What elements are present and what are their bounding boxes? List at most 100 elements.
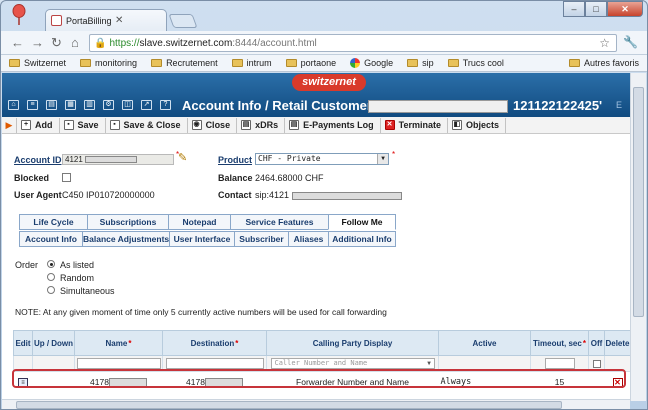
- accounts-nav-icon[interactable]: ▤: [46, 100, 57, 110]
- vertical-scrollbar[interactable]: [630, 73, 646, 401]
- table-header-row: Edit Up / Down Name* Destination* Callin…: [13, 330, 630, 356]
- epayments-icon: ▤: [289, 120, 300, 130]
- blocked-label: Blocked: [14, 173, 50, 183]
- blocked-checkbox[interactable]: [62, 173, 71, 182]
- epayments-log-button[interactable]: ▤ E-Payments Log: [284, 117, 380, 133]
- scrollbar-thumb[interactable]: [16, 401, 562, 409]
- bookmark-recrutement[interactable]: Recrutement: [151, 58, 218, 68]
- tab-account-info[interactable]: Account Info: [19, 231, 82, 247]
- redacted-customer-name: [368, 100, 508, 113]
- tab-aliases[interactable]: Aliases: [288, 231, 328, 247]
- account-id-label[interactable]: Account ID: [14, 155, 62, 165]
- page-content: switzernet ⌂ ≡ ▤ ▦ ▥ ⚙ ◫ ↗ ? Account Inf…: [2, 73, 630, 401]
- back-arrow-icon[interactable]: ←: [11, 35, 24, 50]
- tab-favicon-icon: [51, 15, 62, 26]
- redacted-value: [291, 191, 402, 200]
- switzernet-logo: switzernet: [292, 74, 366, 91]
- folder-icon: [285, 59, 297, 67]
- col-off: Off: [588, 330, 605, 356]
- minimize-button[interactable]: –: [563, 1, 585, 17]
- maximize-button[interactable]: □: [585, 1, 607, 17]
- folder-icon: [80, 59, 92, 67]
- contact-label: Contact: [218, 190, 252, 200]
- balance-value: 2464.68000 CHF: [255, 173, 324, 183]
- reports-nav-icon[interactable]: ▦: [65, 100, 76, 110]
- col-active: Active: [438, 330, 531, 356]
- home-icon[interactable]: ⌂: [71, 35, 79, 50]
- bookmarks-bar: Switzernet monitoring Recrutement intrum…: [1, 55, 647, 72]
- wrench-menu-icon[interactable]: 🔧: [623, 35, 638, 49]
- edit-pencil-icon[interactable]: ✎: [178, 151, 187, 164]
- tab-life-cycle[interactable]: Life Cycle: [19, 214, 87, 230]
- tariffs-nav-icon[interactable]: ▥: [84, 100, 95, 110]
- bookmark-monitoring[interactable]: monitoring: [80, 58, 137, 68]
- plus-icon: +: [21, 120, 31, 130]
- tab-service-features[interactable]: Service Features: [230, 214, 328, 230]
- reload-icon[interactable]: ↻: [51, 35, 62, 51]
- tab-notepad[interactable]: Notepad: [168, 214, 230, 230]
- bookmark-sip[interactable]: sip: [407, 58, 434, 68]
- tab-follow-me[interactable]: Follow Me: [328, 214, 396, 230]
- new-timeout-input[interactable]: [544, 358, 575, 369]
- new-name-input[interactable]: [76, 358, 161, 369]
- new-calling-party-select[interactable]: Caller Number and Name ▼: [270, 358, 435, 369]
- stats-nav-icon[interactable]: ↗: [141, 100, 152, 110]
- admin-nav-icon[interactable]: ⚙: [103, 100, 114, 110]
- save-button[interactable]: ▪ Save: [58, 117, 105, 133]
- new-destination-input[interactable]: [165, 358, 264, 369]
- objects-button[interactable]: ◧ Objects: [446, 117, 506, 133]
- page-title: Account Info / Retail Customer ': [182, 98, 379, 113]
- new-off-checkbox[interactable]: [592, 359, 601, 368]
- forward-arrow-icon[interactable]: →: [31, 35, 44, 50]
- url-path: :8444/account.html: [232, 37, 317, 49]
- chevron-down-icon: ▼: [377, 154, 388, 164]
- product-select[interactable]: CHF - Private ▼: [255, 153, 389, 165]
- folder-icon: [447, 59, 459, 67]
- add-button[interactable]: + Add: [16, 117, 59, 133]
- order-as-listed-radio[interactable]: [47, 260, 55, 268]
- bookmark-trucs-cool[interactable]: Trucs cool: [447, 58, 504, 68]
- new-tab-button[interactable]: [168, 14, 198, 28]
- url-scheme: https://: [109, 37, 140, 49]
- order-label: Order: [15, 260, 39, 270]
- browser-toolbar: ← → ↻ ⌂ 🔒 https:// slave.switzernet.com …: [1, 31, 647, 55]
- action-toolbar: ▶ + Add ▪ Save ▪ Save & Close ◉ Close ▤ xDRs …: [2, 117, 630, 134]
- save-close-button[interactable]: ▪ Save & Close: [104, 117, 187, 133]
- home-nav-icon[interactable]: ⌂: [8, 100, 19, 110]
- tab-user-interface[interactable]: User Interface: [169, 231, 234, 247]
- bookmark-star-icon[interactable]: ☆: [599, 36, 610, 50]
- bookmark-google[interactable]: Google: [350, 58, 393, 68]
- folder-icon: [151, 59, 163, 67]
- xdrs-button[interactable]: ▤ xDRs: [236, 117, 284, 133]
- account-id-field[interactable]: 4121: [62, 154, 174, 165]
- bookmark-intrum[interactable]: intrum: [231, 58, 272, 68]
- tab-subscriber[interactable]: Subscriber: [234, 231, 288, 247]
- bookmark-other[interactable]: Autres favoris: [568, 58, 639, 68]
- customers-nav-icon[interactable]: ≡: [27, 100, 38, 110]
- redacted-value: [85, 156, 138, 164]
- balance-label: Balance: [218, 173, 253, 183]
- vendors-nav-icon[interactable]: ◫: [122, 100, 133, 110]
- tab-subscriptions[interactable]: Subscriptions: [87, 214, 168, 230]
- header-nav-icons: ⌂ ≡ ▤ ▦ ▥ ⚙ ◫ ↗ ?: [8, 100, 179, 110]
- folder-icon: [568, 59, 580, 67]
- objects-icon: ◧: [451, 120, 462, 130]
- product-label[interactable]: Product: [218, 155, 252, 165]
- window-close-button[interactable]: ✕: [607, 1, 643, 17]
- tab-close-icon[interactable]: ✕: [115, 15, 161, 26]
- tab-balance-adjustments[interactable]: Balance Adjustments: [82, 231, 169, 247]
- bookmark-switzernet[interactable]: Switzernet: [9, 58, 66, 68]
- scrollbar-thumb[interactable]: [633, 87, 644, 317]
- horizontal-scrollbar[interactable]: [2, 399, 630, 409]
- bookmark-portaone[interactable]: portaone: [285, 58, 336, 68]
- tab-additional-info[interactable]: Additional Info: [328, 231, 396, 247]
- help-nav-icon[interactable]: ?: [160, 100, 171, 110]
- address-bar[interactable]: 🔒 https:// slave.switzernet.com :8444/ac…: [89, 34, 617, 52]
- terminate-button[interactable]: ✕ Terminate: [379, 117, 447, 133]
- close-button[interactable]: ◉ Close: [186, 117, 237, 133]
- call-forwarding-note: NOTE: At any given moment of time only 5…: [15, 307, 387, 317]
- order-simultaneous-radio[interactable]: [47, 286, 55, 294]
- required-marker: *: [392, 150, 396, 159]
- browser-tab[interactable]: PortaBilling100 -- Switzern ✕: [45, 9, 167, 31]
- order-random-radio[interactable]: [47, 273, 55, 281]
